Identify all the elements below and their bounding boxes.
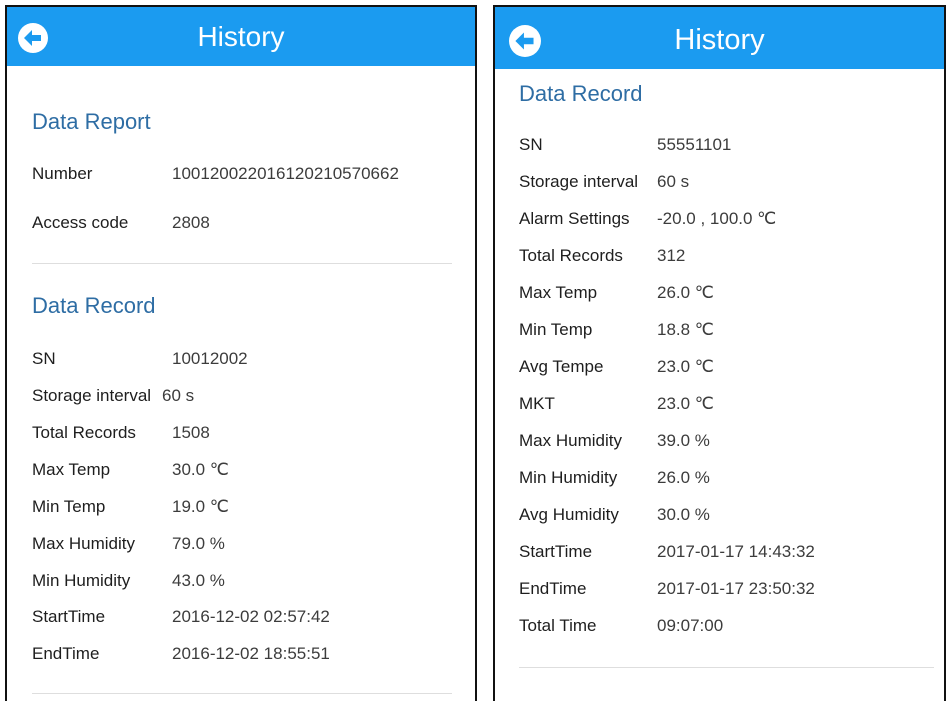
row-label: EndTime xyxy=(32,644,100,663)
section-divider xyxy=(519,667,934,668)
row-label: Total Time xyxy=(519,616,597,635)
row-value: 26.0 ℃ xyxy=(657,283,714,302)
row-label: Alarm Settings xyxy=(519,209,630,228)
top-bar: History xyxy=(7,7,475,66)
row-value: 10012002201612021057066​2 xyxy=(172,164,399,183)
page-title: History xyxy=(674,24,765,56)
row-label: SN xyxy=(32,349,56,368)
row-value: 19.0 ℃ xyxy=(172,497,229,516)
row-value: 23.0 ℃ xyxy=(657,394,714,413)
section-title-data-report: Data Report xyxy=(32,109,151,134)
row-value: 79.0 % xyxy=(172,534,225,553)
row-label: Max Humidity xyxy=(519,431,622,450)
row-label: EndTime xyxy=(519,579,587,598)
row-label: StartTime xyxy=(519,542,593,561)
row-label: Avg Humidity xyxy=(519,505,619,524)
row-value: 23.0 ℃ xyxy=(657,357,714,376)
row-label: Max Temp xyxy=(519,283,598,302)
row-label: Total Records xyxy=(519,246,623,265)
row-value: 39.0 % xyxy=(657,431,710,450)
row-label: Storage interval xyxy=(32,386,152,405)
row-value: 09:07:00 xyxy=(657,616,724,635)
row-value: 2017-01-17 23:50:32 xyxy=(657,579,815,598)
row-value: 18.8 ℃ xyxy=(657,320,714,339)
row-label: Total Records xyxy=(32,423,136,442)
page-title: History xyxy=(197,21,285,52)
row-label: Min Humidity xyxy=(32,571,131,590)
row-label: Access code xyxy=(32,213,129,232)
top-bar: History xyxy=(495,7,944,69)
row-value: 43.0 % xyxy=(172,571,225,590)
row-value: 30.0 % xyxy=(657,505,710,524)
row-value: 60 s xyxy=(657,172,690,191)
row-label: Storage interval xyxy=(519,172,639,191)
row-value: 2017-01-17 14:43:32 xyxy=(657,542,815,561)
row-label: Min Humidity xyxy=(519,468,618,487)
row-value: 30.0 ℃ xyxy=(172,460,229,479)
row-label: StartTime xyxy=(32,607,106,626)
row-label: Min Temp xyxy=(32,497,106,516)
row-value: 312 xyxy=(657,246,686,265)
row-value: -20.0 , 100.0 ℃ xyxy=(657,209,777,228)
row-value: 10012002 xyxy=(172,349,248,368)
row-label: Max Humidity xyxy=(32,534,135,553)
section-divider xyxy=(32,693,452,694)
row-label: SN xyxy=(519,135,543,154)
row-value: 2016-12-02 02:57:42 xyxy=(172,607,330,626)
row-value: 2016-12-02 18:55:51 xyxy=(172,644,330,663)
row-value: 1508 xyxy=(172,423,210,442)
row-label: Min Temp xyxy=(519,320,593,339)
section-title-data-record: Data Record xyxy=(32,293,156,318)
row-value: 2808 xyxy=(172,213,210,232)
row-label: MKT xyxy=(519,394,555,413)
row-label: Avg Tempe xyxy=(519,357,604,376)
row-value: 26.0 % xyxy=(657,468,710,487)
row-label: Max Temp xyxy=(32,460,111,479)
history-screen-right: History Data Record SN 55551101 Storage … xyxy=(493,5,946,701)
section-title-data-record: Data Record xyxy=(519,81,643,106)
row-label: Number xyxy=(32,164,93,183)
row-value: 55551101 xyxy=(657,135,732,154)
section-divider xyxy=(32,263,452,264)
history-screen-left: History Data Report Number 1001200220161… xyxy=(5,5,477,701)
row-value: 60 s xyxy=(162,386,195,405)
